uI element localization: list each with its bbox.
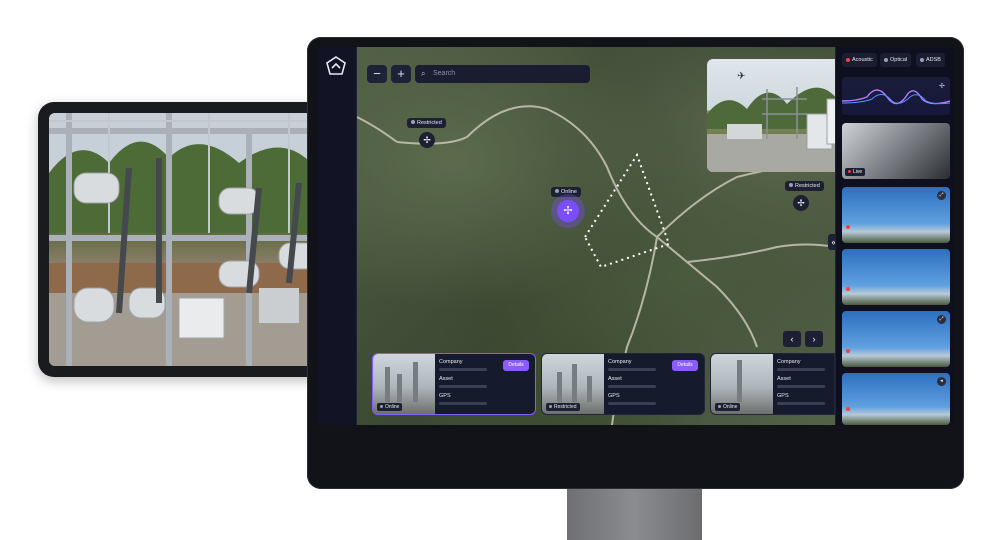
status-dot	[789, 183, 793, 187]
drone-camera-feed[interactable]: ✈	[707, 59, 835, 172]
company-value	[777, 368, 825, 371]
next-page-button[interactable]: ›	[805, 331, 823, 347]
app-logo-icon[interactable]	[325, 55, 347, 77]
camera-feed[interactable]: ◂	[842, 373, 950, 425]
drone-status-label: Online	[551, 187, 581, 197]
status-dot	[884, 57, 888, 62]
status-badge: Online	[715, 403, 741, 411]
details-button[interactable]: Details	[503, 360, 529, 371]
company-label: Company	[439, 359, 463, 365]
asset-label: Asset	[777, 376, 791, 382]
search-placeholder: Search	[433, 70, 456, 77]
live-badge: Live	[845, 168, 866, 176]
status-badge: Online	[377, 403, 403, 411]
gps-label: GPS	[439, 393, 451, 399]
status-dot	[555, 189, 559, 193]
gps-label: GPS	[608, 393, 620, 399]
asset-card[interactable]: Online Company Asset GPS Details	[372, 353, 536, 415]
sensor-tab-acoustic[interactable]: Acoustic	[842, 53, 877, 67]
drone-status-label: Restricted	[785, 181, 824, 191]
dashboard-screen: − + ⌕ Search Restricted ✢ Online ✢ Restr…	[317, 47, 954, 425]
gps-value	[608, 402, 656, 405]
status-dot	[411, 120, 415, 124]
company-value	[608, 368, 656, 371]
acoustic-waveform: ✢	[842, 77, 950, 115]
drone-icon[interactable]: ✢	[793, 195, 809, 211]
record-dot	[846, 407, 850, 411]
search-icon: ⌕	[421, 69, 426, 78]
asset-value	[608, 385, 656, 388]
status-dot	[846, 57, 850, 62]
app-rail	[317, 47, 357, 425]
sensor-tab-optical[interactable]: Optical	[880, 53, 912, 67]
search-input[interactable]: ⌕ Search	[415, 65, 590, 83]
zoom-out-button[interactable]: −	[367, 65, 387, 83]
sensor-panel: Acoustic Optical ADSB ✢ Live ⤢ ⤢ ◂	[835, 47, 954, 425]
monitor-stand	[567, 489, 702, 540]
sensor-tab-adsb[interactable]: ADSB	[916, 53, 945, 67]
asset-card[interactable]: Restricted Company Asset GPS Details	[541, 353, 705, 415]
gps-value	[439, 402, 487, 405]
active-drone-icon[interactable]: ✢	[557, 200, 579, 222]
company-value	[439, 368, 487, 371]
svg-text:✈: ✈	[737, 71, 745, 82]
gps-value	[777, 402, 825, 405]
collapse-panel-button[interactable]: «	[828, 234, 835, 250]
record-dot	[846, 349, 850, 353]
asset-card[interactable]: Online Company Asset GPS	[710, 353, 835, 415]
live-camera-feed[interactable]: Live	[842, 123, 950, 179]
camera-feed[interactable]: ⤢	[842, 311, 950, 367]
asset-label: Asset	[608, 376, 622, 382]
drone-status-label: Restricted	[407, 118, 446, 128]
details-button[interactable]: Details	[672, 360, 698, 371]
record-dot	[846, 287, 850, 291]
camera-feed[interactable]	[842, 249, 950, 305]
record-dot	[846, 225, 850, 229]
asset-value	[777, 385, 825, 388]
company-label: Company	[777, 359, 801, 365]
svg-text:✢: ✢	[939, 82, 945, 90]
company-label: Company	[608, 359, 632, 365]
gps-label: GPS	[777, 393, 789, 399]
audio-icon[interactable]: ◂	[937, 377, 946, 386]
status-dot	[920, 57, 924, 62]
expand-icon[interactable]: ⤢	[937, 315, 946, 324]
status-badge: Restricted	[546, 403, 580, 411]
asset-label: Asset	[439, 376, 453, 382]
zoom-in-button[interactable]: +	[391, 65, 411, 83]
camera-feed[interactable]: ⤢	[842, 187, 950, 243]
drone-icon[interactable]: ✢	[419, 132, 435, 148]
prev-page-button[interactable]: ‹	[783, 331, 801, 347]
asset-value	[439, 385, 487, 388]
expand-icon[interactable]: ⤢	[937, 191, 946, 200]
